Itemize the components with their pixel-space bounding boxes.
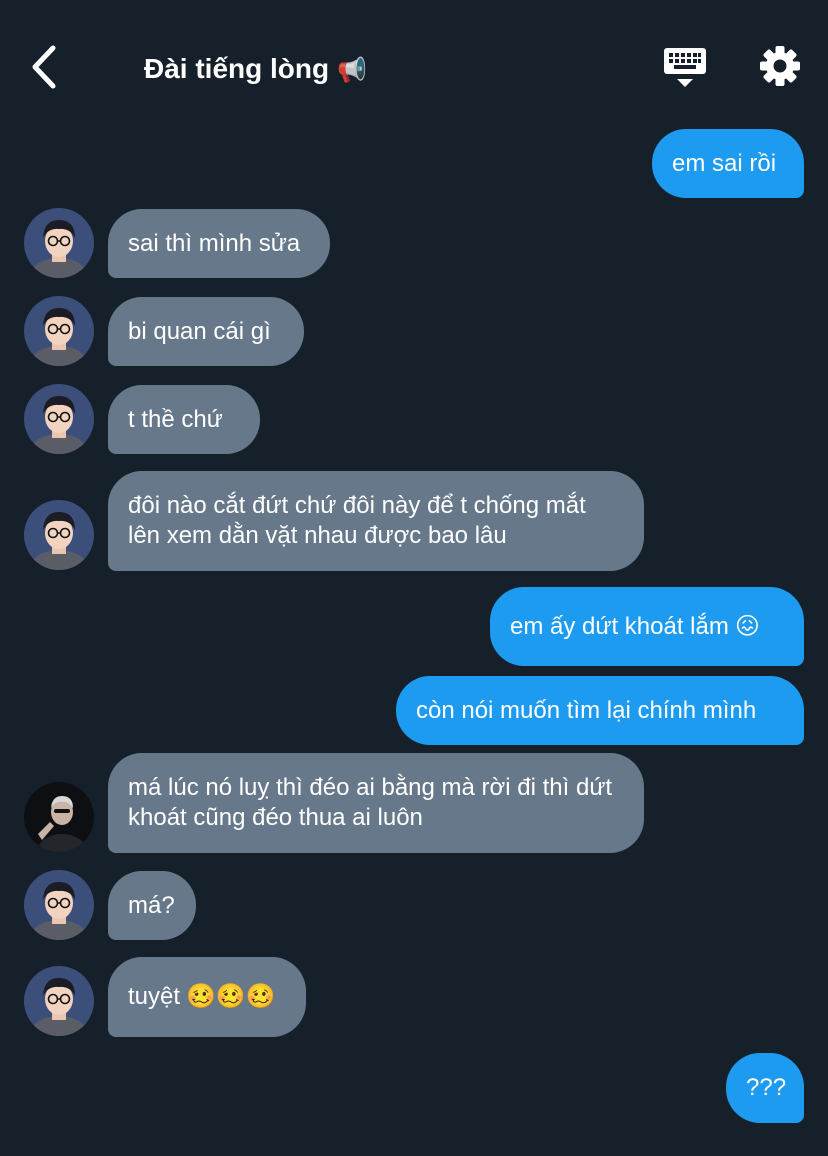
avatar[interactable] xyxy=(24,870,94,940)
chat-header: Đài tiếng lòng 📢 xyxy=(0,0,828,130)
message-incoming[interactable]: má? xyxy=(108,871,196,940)
avatar-dark-image xyxy=(24,782,94,852)
message-text: em ấy dứt khoát lắm xyxy=(510,612,729,640)
avatar[interactable] xyxy=(24,782,94,852)
avatar-glasses-image xyxy=(24,870,94,940)
message-incoming[interactable]: tuyệt 🥴🥴🥴 xyxy=(108,957,306,1037)
megaphone-icon: 📢 xyxy=(337,57,367,84)
message-text: ??? xyxy=(746,1074,787,1101)
message-outgoing[interactable]: em sai rồi xyxy=(652,129,804,198)
confounded-face-emoji: 😖 xyxy=(734,612,760,640)
avatar-glasses-image xyxy=(24,500,94,570)
chevron-left-icon xyxy=(32,45,56,89)
avatar-glasses-image xyxy=(24,296,94,366)
settings-button[interactable] xyxy=(758,44,802,88)
chat-title-text: Đài tiếng lòng xyxy=(144,53,330,84)
message-text: má? xyxy=(128,891,175,919)
avatar[interactable] xyxy=(24,500,94,570)
avatar[interactable] xyxy=(24,208,94,278)
message-text: t thề chứ xyxy=(128,405,223,433)
message-outgoing[interactable]: còn nói muốn tìm lại chính mình xyxy=(396,676,804,745)
keyboard-icon xyxy=(664,48,706,87)
woozy-face-emoji: 🥴🥴🥴 xyxy=(186,983,276,1010)
avatar[interactable] xyxy=(24,296,94,366)
message-text: tuyệt xyxy=(128,983,181,1010)
message-outgoing[interactable]: ??? xyxy=(726,1053,804,1123)
message-incoming[interactable]: sai thì mình sửa xyxy=(108,209,330,278)
message-text: em sai rồi xyxy=(672,149,777,177)
chat-title: Đài tiếng lòng 📢 xyxy=(144,50,367,90)
message-incoming[interactable]: bi quan cái gì xyxy=(108,297,304,366)
message-text: bi quan cái gì xyxy=(128,317,271,345)
keyboard-button[interactable] xyxy=(662,46,708,90)
message-text: đôi nào cắt đứt chứ đôi này để t chống m… xyxy=(128,492,586,549)
message-text: má lúc nó luỵ thì đéo ai bằng mà rời đi … xyxy=(128,774,613,831)
avatar-glasses-image xyxy=(24,966,94,1036)
message-outgoing[interactable]: em ấy dứt khoát lắm 😖 xyxy=(490,587,804,666)
message-text: còn nói muốn tìm lại chính mình xyxy=(416,696,757,724)
message-incoming[interactable]: đôi nào cắt đứt chứ đôi này để t chống m… xyxy=(108,471,644,571)
avatar[interactable] xyxy=(24,966,94,1036)
avatar[interactable] xyxy=(24,384,94,454)
message-incoming[interactable]: t thề chứ xyxy=(108,385,260,454)
back-button[interactable] xyxy=(22,42,66,92)
message-incoming[interactable]: má lúc nó luỵ thì đéo ai bằng mà rời đi … xyxy=(108,753,644,853)
message-text: sai thì mình sửa xyxy=(128,229,301,257)
gear-icon xyxy=(760,46,800,86)
avatar-glasses-image xyxy=(24,208,94,278)
avatar-glasses-image xyxy=(24,384,94,454)
